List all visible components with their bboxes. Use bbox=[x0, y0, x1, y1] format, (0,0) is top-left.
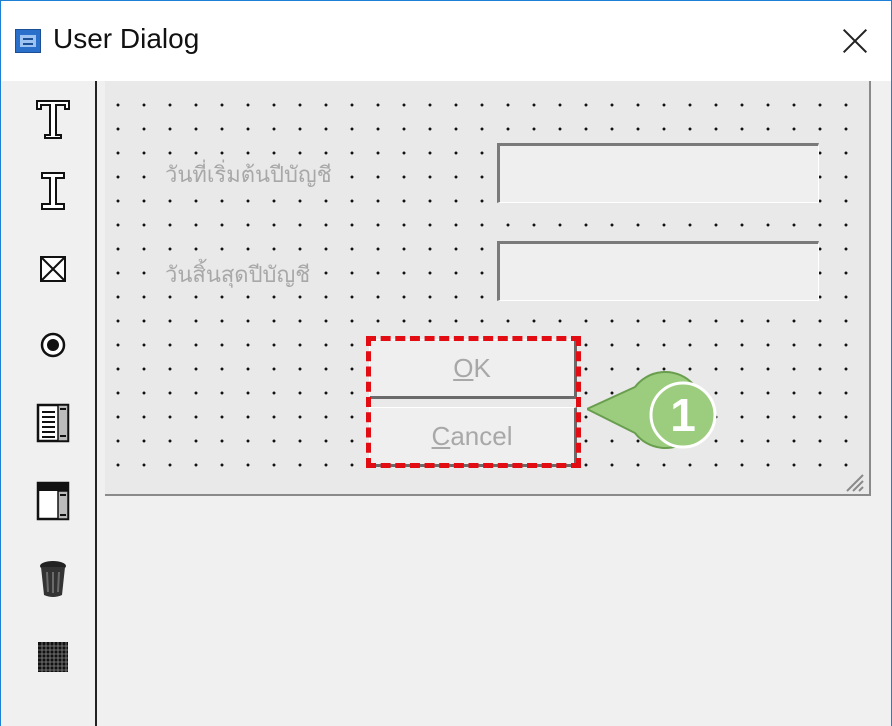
resize-grip-icon[interactable] bbox=[843, 471, 865, 493]
callout-number: 1 bbox=[670, 389, 696, 441]
title-bar: User Dialog bbox=[1, 1, 891, 81]
grid-tool-icon[interactable] bbox=[23, 627, 83, 687]
checkbox-tool-icon[interactable] bbox=[23, 239, 83, 299]
textbox-tool-icon[interactable] bbox=[23, 161, 83, 221]
toolbox bbox=[11, 81, 97, 726]
buttons-highlight-box bbox=[366, 336, 581, 468]
trash-icon[interactable] bbox=[23, 549, 83, 609]
user-dialog-window: User Dialog วันที่เริ่มต้นปีบัญชี วันสิ้… bbox=[0, 0, 892, 726]
combobox-tool-icon[interactable] bbox=[23, 471, 83, 531]
window-title: User Dialog bbox=[53, 23, 200, 54]
dialog-editor-icon bbox=[15, 29, 41, 53]
end-date-field[interactable] bbox=[497, 241, 819, 301]
close-icon[interactable] bbox=[833, 19, 877, 63]
start-date-field[interactable] bbox=[497, 143, 819, 203]
listbox-tool-icon[interactable] bbox=[23, 393, 83, 453]
text-tool-icon[interactable] bbox=[23, 89, 83, 149]
end-date-label[interactable]: วันสิ้นสุดปีบัญชี bbox=[161, 257, 315, 292]
start-date-label[interactable]: วันที่เริ่มต้นปีบัญชี bbox=[161, 157, 336, 192]
option-button-tool-icon[interactable] bbox=[23, 315, 83, 375]
